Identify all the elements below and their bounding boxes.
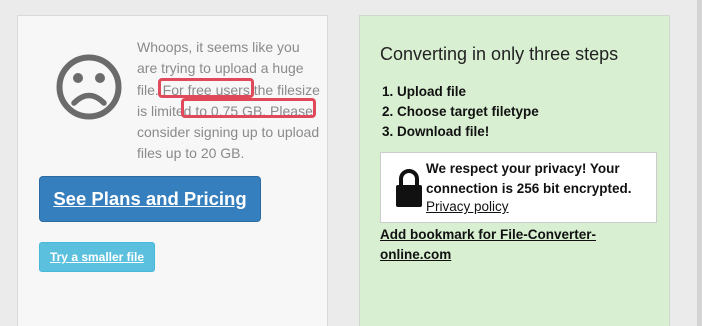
error-card: Whoops, it seems like you are trying to … bbox=[17, 15, 328, 326]
see-plans-button[interactable]: See Plans and Pricing bbox=[39, 176, 261, 222]
free-users-text: free users bbox=[187, 81, 250, 98]
steps-list: 1. Upload file 2. Choose target filetype… bbox=[382, 82, 539, 142]
privacy-statement: We respect your privacy! Your connection… bbox=[426, 161, 632, 196]
step-item: 3. Download file! bbox=[382, 124, 490, 139]
message-text: the filesize bbox=[249, 81, 320, 98]
size-limit-message: Whoops, it seems like you are trying to … bbox=[137, 37, 323, 165]
lock-icon bbox=[396, 169, 422, 207]
try-smaller-file-button[interactable]: Try a smaller file bbox=[39, 242, 155, 272]
privacy-policy-link[interactable]: Privacy policy bbox=[426, 199, 509, 214]
page-scrollbar[interactable] bbox=[697, 0, 702, 326]
steps-card: Converting in only three steps 1. Upload… bbox=[359, 15, 670, 326]
limit-text: is limited to 0.75 GB. bbox=[137, 102, 267, 119]
step-item: 1. Upload file bbox=[382, 84, 467, 99]
sad-face-icon bbox=[56, 54, 122, 120]
privacy-box: We respect your privacy! Your connection… bbox=[380, 152, 657, 223]
step-item: 2. Choose target filetype bbox=[382, 104, 539, 119]
steps-heading: Converting in only three steps bbox=[380, 44, 619, 64]
add-bookmark-link[interactable]: Add bookmark for File-Converter-online.c… bbox=[380, 225, 640, 265]
